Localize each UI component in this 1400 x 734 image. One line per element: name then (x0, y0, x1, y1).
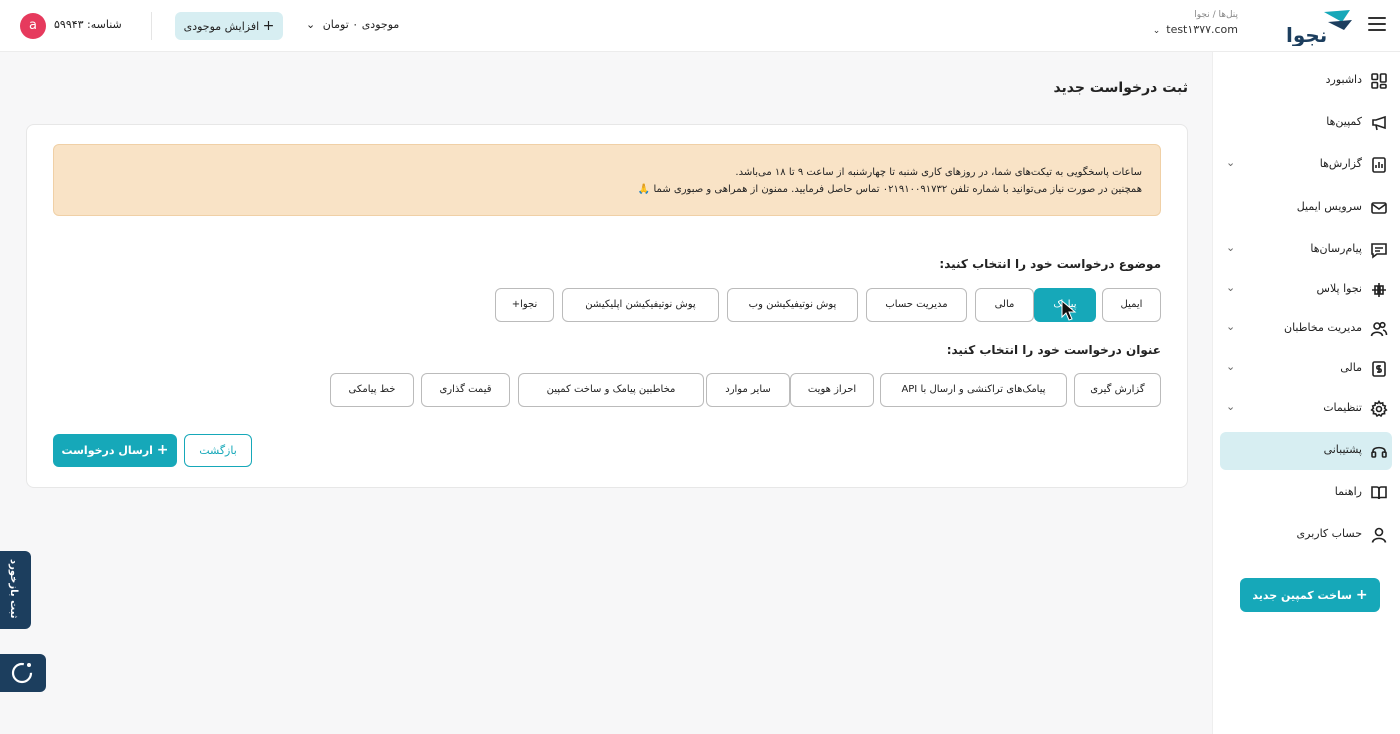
chat-icon (11, 662, 33, 684)
feedback-tab[interactable]: ثبت بازخورد (0, 551, 31, 629)
plus-icon: + (156, 442, 169, 458)
title-option[interactable]: گزارش گیری (1074, 373, 1161, 407)
sidebar-item-5[interactable]: پیام‌رسان‌ها ⌄ (1212, 231, 1400, 269)
chevron-down-icon: ⌄ (1226, 360, 1236, 373)
invoice-icon (1370, 360, 1388, 378)
sidebar-item-label: پیام‌رسان‌ها (1310, 242, 1362, 255)
sidebar-item-4[interactable]: سرویس ایمیل (1212, 189, 1400, 227)
balance-label: موجودی ۰ تومان (322, 18, 400, 31)
user-id: شناسه: ۵۹۹۴۳ (54, 18, 122, 31)
sidebar-item-1[interactable]: داشبورد (1212, 62, 1400, 100)
avatar[interactable]: a (20, 13, 46, 39)
chevron-down-icon: ⌄ (1226, 400, 1236, 413)
divider (151, 12, 152, 40)
sidebar-item-label: سرویس ایمیل (1296, 200, 1362, 213)
sidebar-item-label: کمپین‌ها (1326, 115, 1362, 128)
title-option[interactable]: احراز هویت (790, 373, 874, 407)
subject-option[interactable]: مالی (975, 288, 1034, 322)
chat-button[interactable] (0, 654, 46, 692)
sidebar-item-8[interactable]: مالی ⌄ (1212, 350, 1400, 388)
sidebar-item-9[interactable]: تنظیمات ⌄ (1212, 390, 1400, 428)
notice-line-2: همچنین در صورت نیاز می‌توانید با شماره ت… (637, 184, 1142, 195)
logo[interactable]: نجوا (1284, 8, 1356, 47)
headset-icon (1370, 442, 1388, 460)
report-icon (1370, 156, 1388, 174)
sidebar-item-11[interactable]: راهنما (1212, 474, 1400, 512)
sidebar-item-10[interactable]: پشتیبانی (1220, 432, 1392, 470)
sidebar-item-label: گزارش‌ها (1319, 157, 1362, 170)
account-email: test۱۳۷۷.com (1166, 23, 1238, 36)
chevron-down-icon: ⌄ (1226, 241, 1236, 254)
title-option[interactable]: پیامک‌های تراکنشی و ارسال با API (880, 373, 1067, 407)
sidebar-item-label: نجوا پلاس (1316, 282, 1362, 295)
sidebar-item-label: پشتیبانی (1323, 443, 1362, 456)
back-button[interactable]: بازگشت (184, 434, 252, 467)
sidebar-item-6[interactable]: نجوا پلاس ⌄ (1212, 271, 1400, 309)
chevron-down-icon: ⌄ (1226, 156, 1236, 169)
user-icon (1370, 526, 1388, 544)
chevron-down-icon: ⌄ (1152, 26, 1161, 36)
plus-icon: + (1355, 587, 1368, 603)
megaphone-icon (1370, 114, 1388, 132)
top-bar: نجوا پنل‌ها / نجوا test۱۳۷۷.com ⌄ a شناسه… (0, 0, 1400, 52)
subject-option[interactable]: ایمیل (1102, 288, 1161, 322)
subject-option[interactable]: پوش نوتیفیکیشن اپلیکیشن (562, 288, 719, 322)
plus-service-icon (1370, 281, 1388, 299)
menu-icon[interactable] (1368, 17, 1386, 31)
sidebar-item-label: حساب کاربری (1296, 527, 1362, 540)
increase-balance-button[interactable]: + افزایش موجودی (175, 12, 283, 40)
sidebar-item-label: تنظیمات (1323, 401, 1362, 414)
mouse-cursor (1061, 299, 1077, 322)
logo-text: نجوا (1286, 23, 1327, 46)
dashboard-icon (1370, 72, 1388, 90)
message-icon (1370, 241, 1388, 259)
contacts-icon (1370, 320, 1388, 338)
subject-option[interactable]: پوش نوتیفیکیشن وب (727, 288, 858, 322)
sidebar-item-2[interactable]: کمپین‌ها (1212, 104, 1400, 142)
book-icon (1370, 484, 1388, 502)
sidebar-item-7[interactable]: مدیریت مخاطبان ⌄ (1212, 310, 1400, 348)
subject-label: موضوع درخواست خود را انتخاب کنید: (939, 257, 1161, 271)
subject-option[interactable]: نجوا+ (495, 288, 554, 322)
sidebar-item-label: راهنما (1334, 485, 1362, 498)
title-option[interactable]: خط پیامکی (330, 373, 414, 407)
mail-icon (1370, 199, 1388, 217)
breadcrumb: پنل‌ها / نجوا (1194, 10, 1238, 20)
submit-button[interactable]: + ارسال درخواست (53, 434, 177, 467)
title-option[interactable]: قیمت گذاری (421, 373, 510, 407)
new-campaign-button[interactable]: + ساخت کمپین جدید (1240, 578, 1380, 612)
account-switcher[interactable]: پنل‌ها / نجوا test۱۳۷۷.com ⌄ (1153, 10, 1238, 36)
plus-icon: + (262, 18, 275, 34)
new-campaign-label: ساخت کمپین جدید (1252, 589, 1353, 602)
notice-box: ساعات پاسخگویی به تیکت‌های شما، در روزها… (53, 144, 1161, 216)
sidebar-item-label: مالی (1340, 361, 1362, 374)
title-option[interactable]: سایر موارد (706, 373, 790, 407)
gear-icon (1370, 400, 1388, 418)
page-title: ثبت درخواست جدید (1053, 80, 1188, 96)
sidebar-item-label: مدیریت مخاطبان (1283, 321, 1362, 334)
sidebar-item-3[interactable]: گزارش‌ها ⌄ (1212, 146, 1400, 184)
increase-balance-label: افزایش موجودی (183, 20, 260, 33)
title-label: عنوان درخواست خود را انتخاب کنید: (946, 343, 1161, 357)
chevron-down-icon: ⌄ (1226, 281, 1236, 294)
balance-dropdown[interactable]: موجودی ۰ تومان ⌄ (306, 18, 399, 31)
subject-option[interactable]: مدیریت حساب (866, 288, 967, 322)
sidebar-item-12[interactable]: حساب کاربری (1212, 516, 1400, 554)
sidebar-item-label: داشبورد (1325, 73, 1362, 86)
chevron-down-icon: ⌄ (1226, 320, 1236, 333)
feedback-label: ثبت بازخورد (8, 559, 19, 619)
submit-label: ارسال درخواست (61, 444, 153, 457)
chevron-down-icon: ⌄ (306, 18, 316, 31)
title-option[interactable]: مخاطبین پیامک و ساخت کمپین (518, 373, 704, 407)
notice-line-1: ساعات پاسخگویی به تیکت‌های شما، در روزها… (735, 167, 1142, 178)
sidebar: داشبورد کمپین‌ها گزارش‌ها ⌄ سرویس ایمیل پیام‌… (1212, 52, 1400, 734)
